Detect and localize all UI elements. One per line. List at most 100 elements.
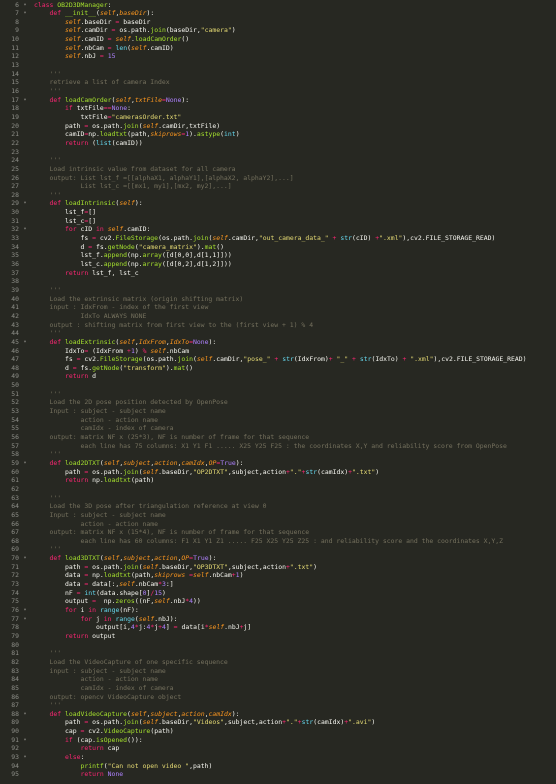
code-line[interactable]: 57 each line has 75 columns: X1 Y1 F1 ..… <box>0 442 556 451</box>
code-line[interactable]: 91 ▾ if (cap.isOpened()): <box>0 736 556 745</box>
code-line[interactable]: 45 ▾ def loadExtrinsic(self,IdxFrom,IdxTo… <box>0 338 556 347</box>
code-line[interactable]: 28 ''' <box>0 191 556 200</box>
code-line[interactable]: 78 output[i,4*j:4*j+4] = data[i*self.nbJ… <box>0 623 556 632</box>
fold-toggle-icon[interactable]: ▾ <box>22 736 28 745</box>
code-line[interactable]: 55 camIdx - index of camera <box>0 424 556 433</box>
code-line[interactable]: 14 ''' <box>0 70 556 79</box>
code-line[interactable]: 81 ''' <box>0 649 556 658</box>
fold-toggle-icon[interactable]: ▾ <box>22 96 28 105</box>
code-line[interactable]: 37 return lst_f, lst_c <box>0 269 556 278</box>
code-line[interactable]: 25 Load intrinsic value from dataset for… <box>0 165 556 174</box>
fold-toggle-icon[interactable]: ▾ <box>22 606 28 615</box>
code-line[interactable]: 7 ▾ def __init__(self,baseDir): <box>0 9 556 18</box>
code-line[interactable]: 74 nF = int(data.shape[0]/15) <box>0 589 556 598</box>
code-line[interactable]: 18 if txtFile==None: <box>0 104 556 113</box>
code-line[interactable]: 11 self.nbCam = len(self.camID) <box>0 44 556 53</box>
code-line[interactable]: 83 input : subject - subject name <box>0 667 556 676</box>
code-line[interactable]: 92 return cap <box>0 744 556 753</box>
code-line[interactable]: 50 <box>0 381 556 390</box>
code-line[interactable]: 64 Load the 3D pose after triangulation … <box>0 502 556 511</box>
code-line[interactable]: 20 path = os.path.join(self.camDir,txtFi… <box>0 122 556 131</box>
fold-toggle-icon[interactable]: ▾ <box>22 753 28 762</box>
code-line[interactable]: 67 output: matrix NF x (15*4), NF is num… <box>0 528 556 537</box>
code-line[interactable]: 72 data = np.loadtxt(path,skiprows =self… <box>0 571 556 580</box>
code-line[interactable]: 41 input : IdxFrom - index of the first … <box>0 303 556 312</box>
code-line[interactable]: 19 txtFile="camerasOrder.txt" <box>0 113 556 122</box>
code-line[interactable]: 68 each line has 60 columns: F1 X1 Y1 Z1… <box>0 537 556 546</box>
code-line[interactable]: 49 return d <box>0 372 556 381</box>
code-line[interactable]: 90 cap = cv2.VideoCapture(path) <box>0 727 556 736</box>
code-line[interactable]: 84 action - action name <box>0 675 556 684</box>
code-line[interactable]: 69 ''' <box>0 545 556 554</box>
code-line[interactable]: 26 output: List lst_f =[[alphaX1, alphaY… <box>0 174 556 183</box>
code-line[interactable]: 66 action - action name <box>0 520 556 529</box>
code-line[interactable]: 47 fs = cv2.FileStorage(os.path.join(sel… <box>0 355 556 364</box>
code-line[interactable]: 70 ▾ def load3DTXT(self,subject,action,OP… <box>0 554 556 563</box>
code-line[interactable]: 30 lst_f=[] <box>0 208 556 217</box>
code-line[interactable]: 12 self.nbJ = 15 <box>0 52 556 61</box>
fold-toggle-icon[interactable]: ▾ <box>22 710 28 719</box>
fold-toggle-icon[interactable]: ▾ <box>22 9 28 18</box>
code-line[interactable]: 24 ''' <box>0 156 556 165</box>
code-line[interactable]: 60 path = os.path.join(self.baseDir,"OP2… <box>0 468 556 477</box>
code-line[interactable]: 56 output: matrix NF x (25*3), NF is num… <box>0 433 556 442</box>
code-line[interactable]: 75 output = np.zeros((nF,self.nbJ*4)) <box>0 597 556 606</box>
code-line[interactable]: 46 IdxTo= (IdxFrom +1) % self.nbCam <box>0 347 556 356</box>
code-line[interactable]: 42 IdxTo ALWAYS NONE <box>0 312 556 321</box>
code-line[interactable]: 58 ''' <box>0 450 556 459</box>
code-line[interactable]: 65 Input : subject - subject name <box>0 511 556 520</box>
fold-toggle-icon[interactable]: ▾ <box>22 615 28 624</box>
code-line[interactable]: 32 ▾ for cID in self.camID: <box>0 225 556 234</box>
code-line[interactable]: 71 path = os.path.join(self.baseDir,"OP3… <box>0 563 556 572</box>
code-line[interactable]: 88 ▾ def loadVideoCapture(self,subject,ac… <box>0 710 556 719</box>
code-line[interactable]: 22 return (list(camID)) <box>0 139 556 148</box>
code-line[interactable]: 95 return None <box>0 770 556 779</box>
code-line[interactable]: 79 return output <box>0 632 556 641</box>
code-line[interactable]: 8 self.baseDir = baseDir <box>0 18 556 27</box>
code-line[interactable]: 93 ▾ else: <box>0 753 556 762</box>
code-line[interactable]: 61 return np.loadtxt(path) <box>0 476 556 485</box>
code-line[interactable]: 62 <box>0 485 556 494</box>
code-line[interactable]: 73 data = data[:,self.nbCam*3:] <box>0 580 556 589</box>
code-line[interactable]: 54 action - action name <box>0 416 556 425</box>
code-line[interactable]: 29 ▾ def loadIntrinsic(self): <box>0 199 556 208</box>
code-line[interactable]: 13 <box>0 61 556 70</box>
code-line[interactable]: 9 self.camDir = os.path.join(baseDir,"ca… <box>0 26 556 35</box>
code-line[interactable]: 38 <box>0 277 556 286</box>
fold-toggle-icon[interactable]: ▾ <box>22 459 28 468</box>
code-line[interactable]: 44 ''' <box>0 329 556 338</box>
code-editor[interactable]: 6 ▾ class OB2D3DManager: 7 ▾ def __init__(se… <box>0 0 556 784</box>
code-line[interactable]: 76 ▾ for i in range(nF): <box>0 606 556 615</box>
code-line[interactable]: 82 Load the VideoCapture of one specific… <box>0 658 556 667</box>
code-line[interactable]: 15 retrieve a list of camera Index <box>0 78 556 87</box>
code-line[interactable]: 80 <box>0 641 556 650</box>
code-line[interactable]: 51 ''' <box>0 390 556 399</box>
code-line[interactable]: 23 <box>0 148 556 157</box>
code-line[interactable]: 59 ▾ def load2DTXT(self,subject,action,ca… <box>0 459 556 468</box>
fold-toggle-icon[interactable]: ▾ <box>22 225 28 234</box>
code-line[interactable]: 10 self.camID = self.loadCamOrder() <box>0 35 556 44</box>
code-line[interactable]: 35 lst_f.append(np.array([d[0,0],d[1,1]]… <box>0 251 556 260</box>
code-line[interactable]: 36 lst_c.append(np.array([d[0,2],d[1,2]]… <box>0 260 556 269</box>
code-line[interactable]: 89 path = os.path.join(self.baseDir,"Vid… <box>0 718 556 727</box>
fold-toggle-icon[interactable]: ▾ <box>22 1 28 10</box>
code-line[interactable]: 77 ▾ for j in range(self.nbJ): <box>0 615 556 624</box>
fold-toggle-icon[interactable]: ▾ <box>22 554 28 563</box>
code-line[interactable]: 21 camID=np.loadtxt(path,skiprows=1).ast… <box>0 130 556 139</box>
code-line[interactable]: 33 fs = cv2.FileStorage(os.path.join(sel… <box>0 234 556 243</box>
code-line[interactable]: 27 List lst_c =[[mx1, my1],[mx2, my2],..… <box>0 182 556 191</box>
code-line[interactable]: 16 ''' <box>0 87 556 96</box>
code-line[interactable]: 85 camIdx - index of camera <box>0 684 556 693</box>
fold-toggle-icon[interactable]: ▾ <box>22 338 28 347</box>
code-line[interactable]: 40 Load the extrinsic matrix (origin shi… <box>0 295 556 304</box>
code-line[interactable]: 63 ''' <box>0 494 556 503</box>
fold-toggle-icon[interactable]: ▾ <box>22 199 28 208</box>
code-line[interactable]: 43 output : shifting matrix from first v… <box>0 321 556 330</box>
code-line[interactable]: 34 d = fs.getNode("camera_matrix").mat() <box>0 243 556 252</box>
code-line[interactable]: 53 Input : subject - subject name <box>0 407 556 416</box>
code-line[interactable]: 39 ''' <box>0 286 556 295</box>
code-line[interactable]: 48 d = fs.getNode("transform").mat() <box>0 364 556 373</box>
code-line[interactable]: 6 ▾ class OB2D3DManager: <box>0 1 556 10</box>
code-line[interactable]: 31 lst_c=[] <box>0 217 556 226</box>
code-line[interactable]: 17 ▾ def loadCamOrder(self,txtFile=None): <box>0 96 556 105</box>
